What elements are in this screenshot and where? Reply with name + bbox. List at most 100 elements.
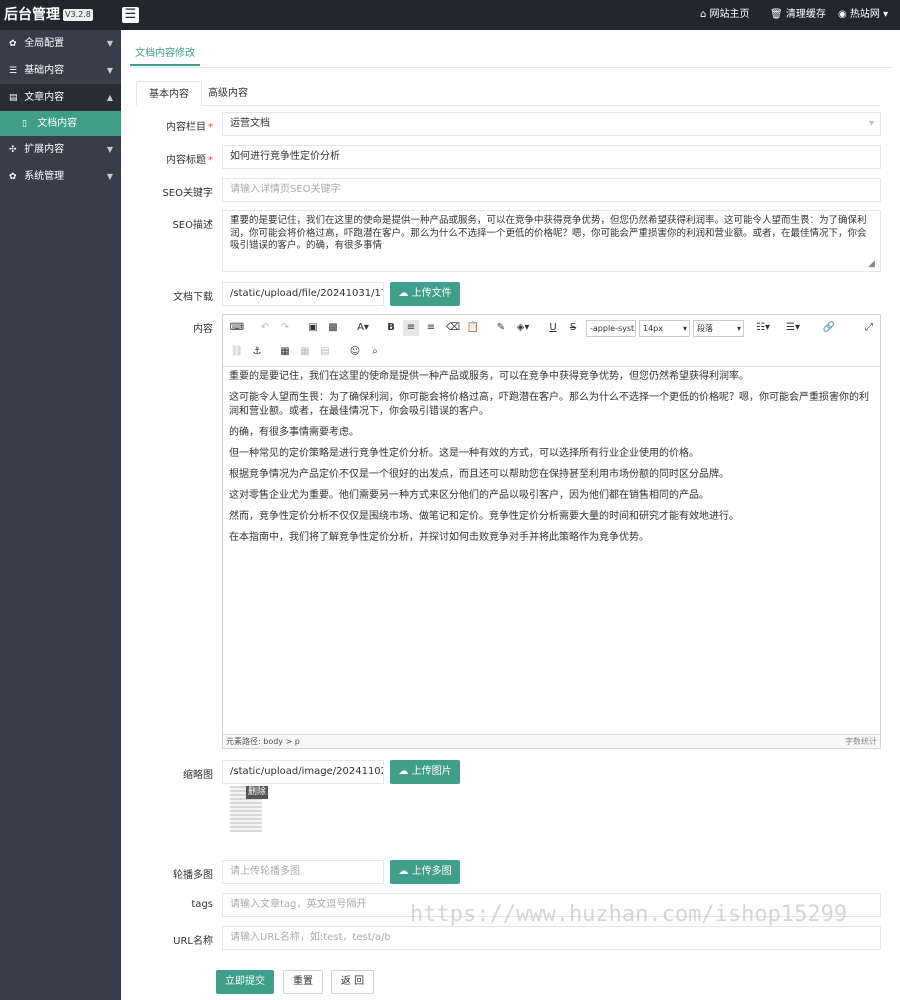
seo-desc-label: SEO描述: [172, 220, 213, 231]
site-home-link[interactable]: ⌂ 网站主页: [700, 0, 750, 30]
paragraph: 然而，竞争性定价分析不仅仅是围绕市场、做笔记和定价。竞争性定价分析需要大量的时间…: [229, 511, 739, 522]
strikethrough-icon[interactable]: S: [565, 320, 581, 336]
sidebar-item-global-config[interactable]: ✿ 全局配置 ▼: [0, 30, 121, 57]
trash-icon: 🗑: [770, 9, 783, 20]
font-family-select[interactable]: -apple-syst: [586, 320, 636, 337]
seo-keywords-label: SEO关键字: [162, 188, 213, 199]
seo-keywords-input[interactable]: 请输入详情页SEO关键字: [222, 178, 881, 202]
reset-button[interactable]: 重置: [283, 970, 323, 994]
rich-text-editor: ⌨ ↶ ↷ ▣ ▩ A▾ B ≡ ≡ ⌫ 📋 ✎ ◈▾ U S -apple-s…: [222, 314, 881, 749]
app-logo[interactable]: 后台管理 V3.2.8: [0, 0, 121, 30]
menu-toggle-icon[interactable]: ☰: [122, 7, 139, 23]
paragraph: 这可能令人望而生畏：为了确保利润，你可能会将价格过高，吓跑潜在客户。那么为什么不…: [229, 392, 869, 417]
download-input[interactable]: /static/upload/file/20241031/173037696: [222, 282, 384, 306]
insert-media-icon[interactable]: ▩: [325, 320, 341, 336]
chevron-down-icon: ▾: [682, 324, 687, 333]
element-path: 元素路径: body > p: [226, 737, 300, 746]
editor-toolbar: ⌨ ↶ ↷ ▣ ▩ A▾ B ≡ ≡ ⌫ 📋 ✎ ◈▾ U S -apple-s…: [223, 315, 880, 367]
paragraph: 但一种常见的定价策略是进行竞争性定价分析。这是一种有效的方式，可以选择所有行业企…: [229, 448, 699, 459]
chevron-down-icon: ▾: [736, 324, 741, 333]
chevron-down-icon: ▼: [106, 39, 113, 48]
user-icon: ◉: [838, 9, 847, 20]
delete-image-button[interactable]: 删除: [246, 786, 269, 799]
gallery-input[interactable]: 请上传轮播多图: [222, 860, 384, 884]
insert-table-icon[interactable]: ▦: [277, 344, 293, 360]
unordered-list-icon[interactable]: ☰▾: [785, 320, 801, 336]
paragraph: 重要的是要记住，我们在这里的使命是提供一种产品或服务，可以在竞争中获得竞争优势，…: [229, 371, 749, 382]
column-label: 内容栏目 *: [166, 122, 213, 133]
title-input[interactable]: 如何进行竞争性定价分析: [222, 145, 881, 169]
content-label: 内容: [193, 324, 213, 335]
thumb-label: 缩略图: [183, 770, 213, 781]
sliders-icon: ☰: [9, 66, 18, 76]
font-size-select[interactable]: 14px ▾: [639, 320, 690, 337]
unlink-icon[interactable]: ⛓: [229, 344, 245, 360]
paragraph: 这对零售企业尤为重要。他们需要另一种方式来区分他们的产品以吸引客户，因为他们都在…: [229, 490, 709, 501]
cloud-upload-icon: ☁: [398, 766, 409, 777]
insert-image-icon[interactable]: ▣: [305, 320, 321, 336]
paragraph: 根据竞争情况为产品定价不仅是一个很好的出发点，而且还可以帮助您在保持甚至利用市场…: [229, 469, 729, 480]
fullscreen-icon[interactable]: ⤢: [861, 320, 877, 336]
tab-advanced[interactable]: 高级内容: [196, 81, 260, 106]
resize-handle-icon[interactable]: ◢: [868, 259, 878, 269]
upload-image-button[interactable]: ☁ 上传图片: [390, 760, 460, 784]
page-tab[interactable]: 文档内容修改: [130, 44, 200, 66]
cloud-upload-icon: ☁: [398, 866, 409, 877]
emoji-icon[interactable]: ☺: [347, 344, 363, 360]
url-input[interactable]: 请输入URL名称，如:test，test/a/b: [222, 926, 881, 950]
word-count: 字数统计: [845, 737, 877, 746]
source-code-icon[interactable]: ⌨: [229, 320, 245, 336]
eraser-icon[interactable]: ⌫: [445, 320, 461, 336]
watermark: https://www.huzhan.com/ishop15299: [410, 902, 848, 927]
align-center-icon[interactable]: ≡: [423, 320, 439, 336]
user-menu[interactable]: ◉ 热站网 ▾: [838, 0, 888, 30]
home-icon: ⌂: [700, 9, 707, 20]
upload-file-button[interactable]: ☁ 上传文件: [390, 282, 460, 306]
paragraph: 在本指南中，我们将了解竞争性定价分析，并探讨如何击败竞争对手并将此策略作为竞争优…: [229, 532, 649, 543]
back-button[interactable]: 返 回: [331, 970, 374, 994]
sidebar: ✿ 全局配置 ▼ ☰ 基础内容 ▼ ▤ 文章内容 ▲ ▯ 文档内容 ✣ 扩展内容 ▼ ✿…: [0, 30, 121, 1000]
search-replace-icon[interactable]: ⌕: [367, 344, 383, 360]
url-label: URL名称: [173, 936, 213, 947]
title-label: 内容标题 *: [166, 155, 213, 166]
download-label: 文档下载: [173, 292, 213, 303]
document-icon: ▤: [9, 93, 18, 103]
version-badge: V3.2.8: [63, 9, 93, 21]
chevron-down-icon: ▾: [868, 118, 874, 129]
clear-cache-link[interactable]: 🗑 清理缓存: [770, 0, 826, 30]
upload-multi-button[interactable]: ☁ 上传多图: [390, 860, 460, 884]
undo-icon[interactable]: ↶: [257, 320, 273, 336]
tab-basic[interactable]: 基本内容: [136, 81, 202, 106]
seo-desc-textarea[interactable]: 重要的是要记住，我们在这里的使命是提供一种产品或服务，可以在竞争中获得竞争优势，…: [222, 210, 881, 272]
gear-icon: ✿: [9, 39, 17, 49]
sidebar-item-basic-content[interactable]: ☰ 基础内容 ▼: [0, 57, 121, 84]
redo-icon[interactable]: ↷: [277, 320, 293, 336]
table-cell-icon[interactable]: ▦: [297, 344, 313, 360]
editor-statusbar: 元素路径: body > p 字数统计: [223, 734, 880, 748]
link-icon[interactable]: 🔗: [821, 320, 837, 336]
format-brush-icon[interactable]: ✎: [493, 320, 509, 336]
editor-content[interactable]: 重要的是要记住，我们在这里的使命是提供一种产品或服务，可以在竞争中获得竞争优势，…: [223, 368, 880, 734]
gallery-label: 轮播多图: [173, 870, 213, 881]
sidebar-item-article-content[interactable]: ▤ 文章内容 ▲: [0, 84, 121, 111]
ordered-list-icon[interactable]: ☷▾: [755, 320, 771, 336]
chevron-down-icon: ▾: [883, 9, 889, 20]
font-color-icon[interactable]: A▾: [355, 320, 371, 336]
underline-icon[interactable]: U: [545, 320, 561, 336]
thumb-input[interactable]: /static/upload/image/20241102/173055: [222, 760, 384, 784]
divider: [130, 67, 892, 68]
paste-icon[interactable]: 📋: [465, 320, 481, 336]
background-color-icon[interactable]: ◈▾: [515, 320, 531, 336]
column-select[interactable]: 运营文档 ▾: [222, 112, 881, 136]
align-left-icon[interactable]: ≡: [403, 320, 419, 336]
chevron-down-icon: ▼: [106, 66, 113, 75]
anchor-icon[interactable]: ⚓: [249, 344, 265, 360]
table-merge-icon[interactable]: ▤: [317, 344, 333, 360]
cloud-upload-icon: ☁: [398, 288, 409, 299]
tags-label: tags: [191, 899, 213, 910]
paragraph-select[interactable]: 段落 ▾: [693, 320, 744, 337]
bold-icon[interactable]: B: [383, 320, 399, 336]
submit-button[interactable]: 立即提交: [216, 970, 274, 994]
divider: [136, 105, 880, 106]
top-bar: 后台管理 V3.2.8 ☰ ⌂ 网站主页 🗑 清理缓存 ◉ 热站网 ▾: [0, 0, 900, 30]
